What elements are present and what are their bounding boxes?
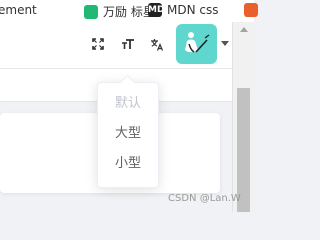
fullscreen-button[interactable] [88,34,108,54]
size-option-small[interactable]: 小型 [98,151,158,177]
fullscreen-icon [92,38,104,50]
app-header [0,22,232,69]
bookmark-item[interactable]: MDN MDN css [148,3,219,17]
size-dropdown-menu: 默认 大型 小型 [97,74,159,188]
watermark: CSDN @Lan.W [168,193,241,204]
bookmark-item[interactable]: 万励 标星 [84,3,155,20]
size-option-large[interactable]: 大型 [98,121,158,147]
scroll-up-arrow-icon[interactable] [240,27,248,32]
avatar[interactable] [176,24,217,64]
bookmark-label: MDN css [167,3,219,17]
mdn-favicon-icon: MDN [148,3,172,17]
translate-icon [151,38,164,51]
font-size-icon [122,39,134,49]
language-button[interactable] [147,34,167,54]
bookmark-item[interactable] [244,3,263,17]
chevron-down-icon[interactable] [221,41,229,46]
bookmark-favicon-icon [84,4,98,19]
bookmarks-bar: ement 万励 标星 MDN MDN css [0,0,258,23]
avatar-image [185,32,210,53]
size-option-default: 默认 [114,96,141,111]
bookmark-favicon-icon [244,3,258,17]
bookmark-label: ement [0,3,37,17]
font-size-button[interactable] [118,34,138,54]
bookmark-item[interactable]: ement [0,3,37,17]
vertical-scrollbar[interactable] [232,22,255,212]
